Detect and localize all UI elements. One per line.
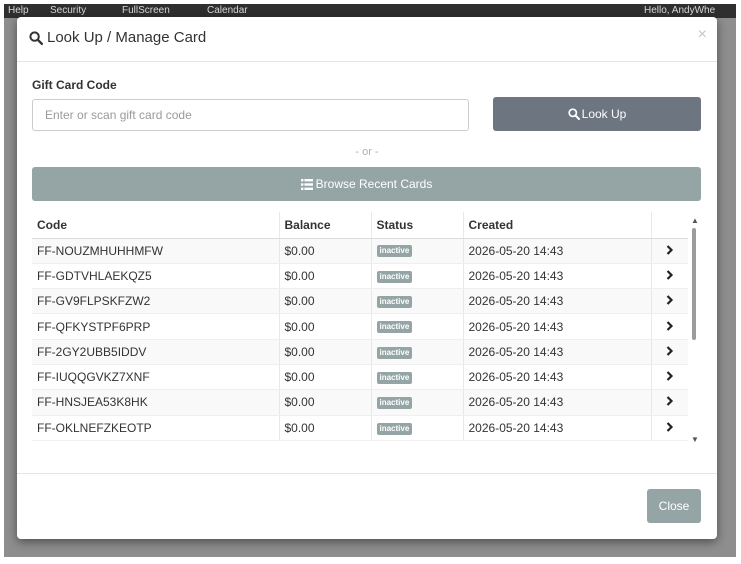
chevron-right-icon[interactable]: [651, 389, 688, 416]
column-header-code: Code: [32, 212, 280, 239]
topbar-item-security: Security: [50, 5, 87, 16]
table-row[interactable]: FF-GV9FLPSKFZW2 $0.00 inactive 2026-05-2…: [32, 288, 688, 315]
topbar-item-help: Help: [8, 5, 29, 16]
modal-footer: [17, 473, 717, 539]
status-badge: inactive: [376, 245, 413, 258]
list-icon: [300, 178, 313, 190]
column-header-balance: Balance: [279, 212, 372, 239]
gift-card-code-input[interactable]: [32, 99, 469, 131]
status-cell: inactive: [371, 263, 464, 290]
status-badge: inactive: [376, 422, 413, 435]
scroll-up-arrow-icon[interactable]: ▲: [691, 216, 699, 225]
topbar-item-fullscreen: FullScreen: [122, 5, 170, 16]
status-badge: inactive: [376, 270, 413, 283]
topbar-item-calendar: Calendar: [207, 5, 248, 16]
table-header-row: Code Balance Status Created: [32, 212, 688, 239]
status-badge: inactive: [376, 397, 413, 410]
search-icon: [567, 108, 580, 120]
chevron-right-icon[interactable]: [651, 415, 688, 441]
status-cell: inactive: [371, 238, 464, 264]
status-cell: inactive: [371, 339, 464, 365]
card-code: FF-IUQQGVKZ7XNF: [32, 364, 280, 391]
browse-recent-cards-button[interactable]: Browse Recent Cards: [32, 167, 701, 201]
card-created: 2026-05-20 14:43: [463, 313, 652, 340]
status-cell: inactive: [371, 288, 464, 315]
card-code: FF-GDTVHLAEKQZ5: [32, 263, 280, 290]
chevron-right-icon[interactable]: [651, 238, 688, 264]
column-header-created: Created: [463, 212, 652, 239]
modal-header: Look Up / Manage Card ×: [17, 17, 717, 62]
lookup-manage-card-modal: Look Up / Manage Card × Gift Card Code L…: [17, 17, 717, 539]
table-row[interactable]: FF-IUQQGVKZ7XNF $0.00 inactive 2026-05-2…: [32, 364, 688, 391]
column-header-status: Status: [371, 212, 464, 239]
topbar-user-greeting: Hello, AndyWhe: [644, 5, 716, 16]
card-code: FF-HNSJEA53K8HK: [32, 389, 280, 416]
status-badge: inactive: [376, 296, 413, 309]
background-topbar: Help Security FullScreen Calendar Hello,…: [4, 4, 736, 18]
table-row[interactable]: FF-QFKYSTPF6PRP $0.00 inactive 2026-05-2…: [32, 313, 688, 340]
card-balance: $0.00: [279, 364, 372, 391]
card-created: 2026-05-20 14:43: [463, 339, 652, 365]
card-balance: $0.00: [279, 288, 372, 315]
chevron-right-icon[interactable]: [651, 339, 688, 365]
column-header-action: [651, 212, 688, 239]
card-balance: $0.00: [279, 339, 372, 365]
look-up-button-label: Look Up: [581, 107, 627, 121]
close-icon[interactable]: ×: [698, 26, 707, 44]
status-cell: inactive: [371, 389, 464, 416]
close-button[interactable]: Close: [647, 489, 701, 523]
table-row[interactable]: FF-2GY2UBB5IDDV $0.00 inactive 2026-05-2…: [32, 339, 688, 365]
chevron-right-icon[interactable]: [651, 313, 688, 340]
modal-title: Look Up / Manage Card: [29, 29, 206, 46]
status-cell: inactive: [371, 364, 464, 391]
gift-card-code-label: Gift Card Code: [32, 78, 117, 92]
modal-title-text: Look Up / Manage Card: [47, 29, 207, 46]
chevron-right-icon[interactable]: [651, 263, 688, 290]
search-icon: [29, 30, 43, 45]
card-created: 2026-05-20 14:43: [463, 263, 652, 290]
status-badge: inactive: [376, 371, 413, 384]
chevron-right-icon[interactable]: [651, 364, 688, 391]
status-cell: inactive: [371, 415, 464, 441]
status-badge: inactive: [376, 346, 413, 359]
card-balance: $0.00: [279, 238, 372, 264]
card-created: 2026-05-20 14:43: [463, 415, 652, 441]
scroll-down-arrow-icon[interactable]: ▼: [691, 435, 699, 444]
card-balance: $0.00: [279, 415, 372, 441]
table-row[interactable]: FF-NOUZMHUHHMFW $0.00 inactive 2026-05-2…: [32, 238, 688, 264]
table-row[interactable]: FF-HNSJEA53K8HK $0.00 inactive 2026-05-2…: [32, 389, 688, 416]
or-separator: - or -: [355, 146, 379, 158]
status-badge: inactive: [376, 321, 413, 334]
card-code: FF-QFKYSTPF6PRP: [32, 313, 280, 340]
card-balance: $0.00: [279, 389, 372, 416]
card-created: 2026-05-20 14:43: [463, 288, 652, 315]
card-created: 2026-05-20 14:43: [463, 238, 652, 264]
look-up-button[interactable]: Look Up: [493, 97, 701, 131]
recent-cards-table: Code Balance Status Created FF-NOUZMHUHH…: [32, 212, 688, 441]
card-code: FF-OKLNEFZKEOTP: [32, 415, 280, 441]
recent-cards-table-container[interactable]: Code Balance Status Created FF-NOUZMHUHH…: [32, 212, 701, 444]
card-code: FF-GV9FLPSKFZW2: [32, 288, 280, 315]
chevron-right-icon[interactable]: [651, 288, 688, 315]
card-created: 2026-05-20 14:43: [463, 389, 652, 416]
table-row[interactable]: FF-OKLNEFZKEOTP $0.00 inactive 2026-05-2…: [32, 415, 688, 441]
table-row[interactable]: FF-GDTVHLAEKQZ5 $0.00 inactive 2026-05-2…: [32, 263, 688, 290]
card-created: 2026-05-20 14:43: [463, 364, 652, 391]
card-balance: $0.00: [279, 263, 372, 290]
status-cell: inactive: [371, 313, 464, 340]
card-code: FF-2GY2UBB5IDDV: [32, 339, 280, 365]
table-scrollbar[interactable]: ▲ ▼: [690, 216, 700, 444]
card-balance: $0.00: [279, 313, 372, 340]
scrollbar-thumb[interactable]: [692, 228, 696, 340]
browse-recent-cards-label: Browse Recent Cards: [315, 177, 433, 191]
card-code: FF-NOUZMHUHHMFW: [32, 238, 280, 264]
